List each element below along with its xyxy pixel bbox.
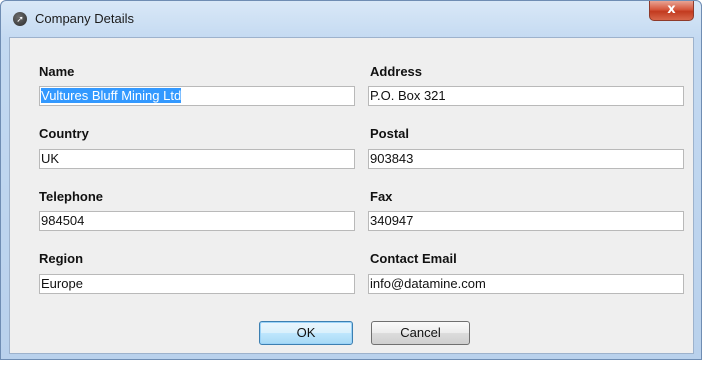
telephone-field[interactable]: 984504 <box>39 211 355 231</box>
fax-label: Fax <box>370 189 393 204</box>
app-logo-icon: ➚ <box>13 12 27 26</box>
dialog-window: ➚ Company Details x Name Vultures Bluff … <box>0 0 702 360</box>
postal-label: Postal <box>370 126 410 141</box>
telephone-label: Telephone <box>39 189 104 204</box>
address-field[interactable]: P.O. Box 321 <box>368 86 684 106</box>
contact-email-field[interactable]: info@datamine.com <box>368 274 684 294</box>
form-panel: Name Vultures Bluff Mining Ltd Country U… <box>9 37 694 354</box>
name-label: Name <box>39 64 75 79</box>
title-bar[interactable]: ➚ Company Details x <box>1 1 701 37</box>
country-label: Country <box>39 126 89 141</box>
close-icon: x <box>667 2 676 17</box>
postal-field[interactable]: 903843 <box>368 149 684 169</box>
desktop-background <box>0 360 704 370</box>
cancel-button[interactable]: Cancel <box>371 321 470 345</box>
fax-field[interactable]: 340947 <box>368 211 684 231</box>
region-field[interactable]: Europe <box>39 274 355 294</box>
close-button[interactable]: x <box>649 1 694 21</box>
window-title: Company Details <box>35 11 134 26</box>
ok-button[interactable]: OK <box>259 321 353 345</box>
country-field[interactable]: UK <box>39 149 355 169</box>
region-label: Region <box>39 251 84 266</box>
address-label: Address <box>370 64 423 79</box>
name-field[interactable]: Vultures Bluff Mining Ltd <box>39 86 355 106</box>
contact-email-label: Contact Email <box>370 251 457 266</box>
name-field-value: Vultures Bluff Mining Ltd <box>41 88 182 103</box>
